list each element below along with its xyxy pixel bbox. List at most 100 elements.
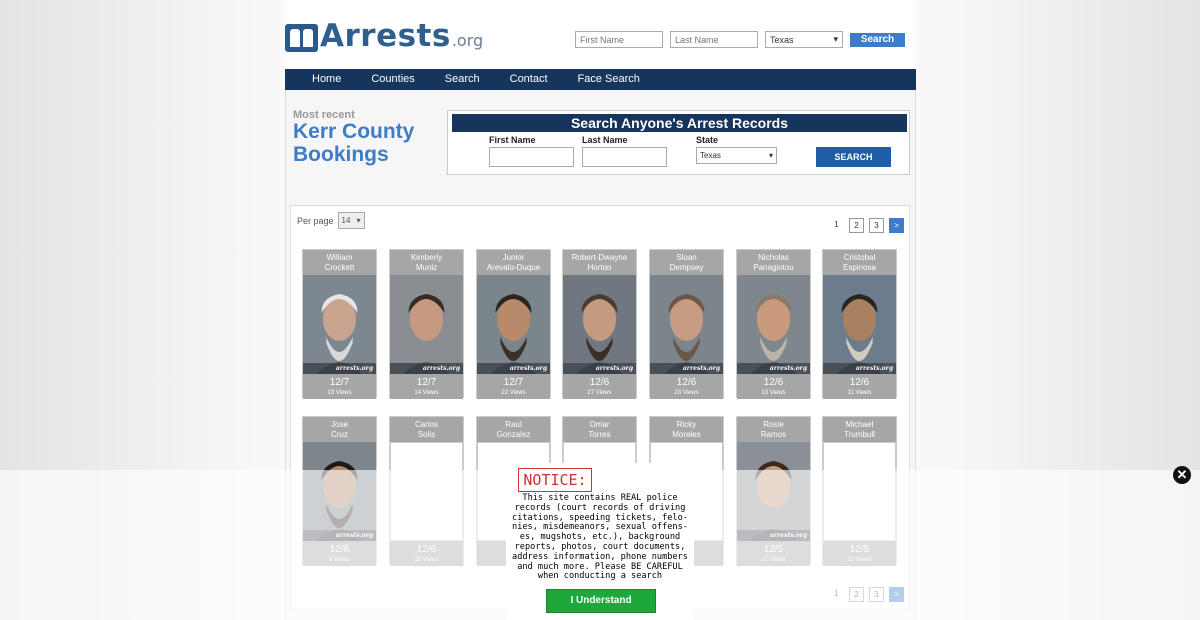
mugshot-frame[interactable]: arrests.org — [650, 275, 723, 374]
view-count: 11 Views — [847, 390, 872, 396]
booking-card[interactable]: Junior Arevalo-Duque arrests.org 12/7 22 Vie… — [476, 249, 551, 399]
booking-footer: 12/6 13 Views — [737, 374, 810, 399]
first-name-field[interactable] — [489, 147, 574, 167]
first-name: Raul — [505, 420, 522, 429]
last-name: Horton — [587, 263, 612, 272]
last-name: Muniz — [415, 263, 438, 272]
booking-name[interactable]: Carlos Solis — [390, 417, 463, 442]
close-icon[interactable]: ✕ — [1173, 466, 1191, 484]
booking-card[interactable]: Robert-Dwayne Horton arrests.org 12/6 27 Vie… — [562, 249, 637, 399]
header-state-select[interactable]: Texas ▾ — [765, 31, 843, 48]
booking-name[interactable]: William Crockett — [303, 250, 376, 275]
mugshot-frame[interactable]: arrests.org — [823, 275, 896, 374]
logo-tld: .org — [451, 31, 484, 50]
nav-counties[interactable]: Counties — [356, 69, 429, 90]
page-3[interactable]: 3 — [869, 218, 884, 233]
booking-name[interactable]: Robert-Dwayne Horton — [563, 250, 636, 275]
nav-home[interactable]: Home — [285, 69, 356, 90]
booking-name[interactable]: Junior Arevalo-Duque — [477, 250, 550, 275]
mugshot-frame[interactable]: arrests.org — [737, 275, 810, 374]
booking-date: 12/6 — [589, 377, 610, 388]
booking-card[interactable]: Cristobal Espinosa arrests.org 12/6 11 Views — [822, 249, 897, 399]
records-search-title: Search Anyone's Arrest Records — [452, 114, 907, 132]
mugshot-frame[interactable]: arrests.org — [477, 275, 550, 374]
notice-body: This site contains REAL police records (… — [509, 493, 691, 582]
last-name: Dempsey — [669, 263, 704, 272]
header-state-value: Texas — [770, 34, 794, 45]
nav-search[interactable]: Search — [430, 69, 495, 90]
booking-name[interactable]: Sloan Dempsey — [650, 250, 723, 275]
next-page-button[interactable]: > — [889, 218, 904, 233]
booking-name[interactable]: Michael Trumbull — [823, 417, 896, 442]
booking-name[interactable]: Jose Cruz — [303, 417, 376, 442]
last-name: Gonzalez — [496, 430, 531, 439]
mugshot-frame[interactable]: arrests.org — [390, 275, 463, 374]
booking-footer: 12/6 23 Views — [650, 374, 723, 399]
last-name-field[interactable] — [582, 147, 667, 167]
chevron-down-icon: ▾ — [833, 34, 838, 44]
mugshot-image: arrests.org — [650, 275, 723, 374]
first-name: Carlos — [414, 420, 439, 429]
last-name: Cruz — [331, 430, 348, 439]
booking-name[interactable]: Kimberly Muniz — [390, 250, 463, 275]
records-search-button[interactable]: SEARCH — [816, 147, 891, 167]
first-name: Cristobal — [843, 253, 876, 262]
booking-name[interactable]: Omar Torres — [563, 417, 636, 442]
booking-card[interactable]: Nicholas Panagiotou arrests.org 12/6 13 View… — [736, 249, 811, 399]
booking-name[interactable]: Ricky Morales — [650, 417, 723, 442]
first-name: William — [326, 253, 353, 262]
booking-card[interactable]: Kimberly Muniz arrests.org 12/7 14 Views — [389, 249, 464, 399]
mugshot-frame[interactable]: arrests.org — [563, 275, 636, 374]
header-search-button[interactable]: Search — [850, 32, 905, 47]
page-1[interactable]: 1 — [829, 218, 844, 233]
booking-footer: 12/7 22 Views — [477, 374, 550, 399]
header-first-name-input[interactable] — [575, 31, 663, 48]
header-last-name-input[interactable] — [670, 31, 758, 48]
first-name: Rosie — [763, 420, 784, 429]
last-name: Crockett — [324, 263, 355, 272]
last-name-label: Last Name — [582, 135, 628, 145]
booking-footer: 12/7 13 Views — [303, 374, 376, 399]
nav-face-search[interactable]: Face Search — [563, 69, 655, 90]
site-logo[interactable]: Arrests .org — [285, 20, 483, 52]
svg-text:arrests.org: arrests.org — [683, 365, 721, 372]
booking-card[interactable]: William Crockett arrests.org 12/7 13 Views — [302, 249, 377, 399]
per-page-select[interactable]: 14 ▾ — [337, 212, 365, 229]
state-value: Texas — [700, 151, 721, 160]
nav-contact[interactable]: Contact — [495, 69, 563, 90]
page-2[interactable]: 2 — [849, 218, 864, 233]
per-page-value: 14 — [341, 216, 351, 225]
booking-date: 12/7 — [416, 377, 437, 388]
svg-text:arrests.org: arrests.org — [510, 365, 548, 372]
mugshot-image: arrests.org — [390, 275, 463, 374]
booking-footer: 12/6 27 Views — [563, 374, 636, 399]
last-name: Morales — [672, 430, 701, 439]
view-count: 27 Views — [587, 390, 612, 396]
last-name: Panagiotou — [753, 263, 794, 272]
state-select[interactable]: Texas ▾ — [696, 147, 777, 164]
booking-date: 12/6 — [763, 377, 784, 388]
first-name: Ricky — [676, 420, 697, 429]
booking-name[interactable]: Cristobal Espinosa — [823, 250, 896, 275]
first-name: Sloan — [676, 253, 697, 262]
last-name: Arevalo-Duque — [486, 263, 541, 272]
i-understand-button[interactable]: I Understand — [546, 589, 656, 613]
mugshot-image: arrests.org — [303, 275, 376, 374]
booking-date: 12/6 — [849, 377, 870, 388]
mugshot-frame[interactable]: arrests.org — [303, 275, 376, 374]
mugshot-image: arrests.org — [477, 275, 550, 374]
first-name: Jose — [331, 420, 348, 429]
first-name: Omar — [589, 420, 610, 429]
svg-text:arrests.org: arrests.org — [596, 365, 634, 372]
main-nav: Home Counties Search Contact Face Search — [285, 69, 916, 90]
svg-text:arrests.org: arrests.org — [856, 365, 894, 372]
first-name: Kimberly — [410, 253, 443, 262]
view-count: 13 Views — [761, 390, 786, 396]
logo-icon — [285, 24, 318, 52]
booking-card[interactable]: Sloan Dempsey arrests.org 12/6 23 Views — [649, 249, 724, 399]
booking-name[interactable]: Nicholas Panagiotou — [737, 250, 810, 275]
booking-name[interactable]: Raul Gonzalez — [477, 417, 550, 442]
booking-date: 12/6 — [676, 377, 697, 388]
booking-name[interactable]: Rosie Ramos — [737, 417, 810, 442]
view-count: 14 Views — [414, 390, 439, 396]
